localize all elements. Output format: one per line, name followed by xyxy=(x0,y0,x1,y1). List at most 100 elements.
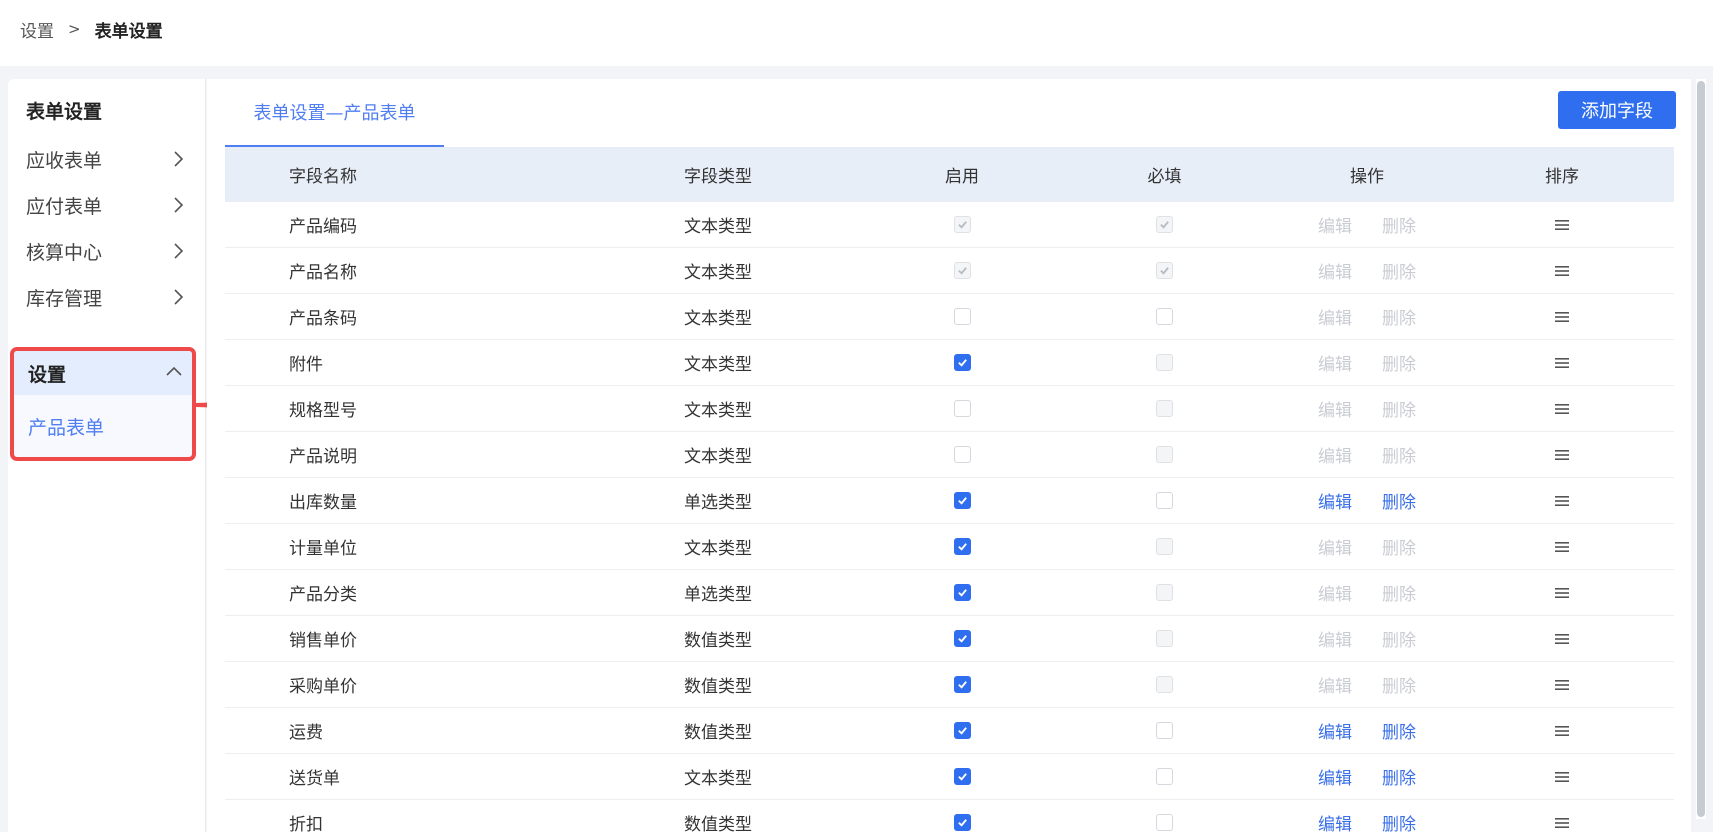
enabled-checkbox[interactable] xyxy=(953,492,971,509)
table-row: 产品说明 文本类型 编辑 删除 xyxy=(225,432,1674,478)
delete-link[interactable]: 删除 xyxy=(1382,718,1416,743)
enabled-checkbox[interactable] xyxy=(953,308,971,325)
breadcrumb-root[interactable]: 设置 xyxy=(20,17,54,42)
drag-handle-icon[interactable] xyxy=(1554,541,1570,553)
table-row: 产品分类 单选类型 编辑 删除 xyxy=(225,570,1674,616)
delete-link: 删除 xyxy=(1382,539,1416,559)
chevron-right-icon xyxy=(174,243,184,259)
sidebar-item-settings[interactable]: 设置 xyxy=(14,351,192,395)
enabled-checkbox[interactable] xyxy=(953,400,971,417)
field-type-cell: 文本类型 xyxy=(684,769,752,789)
delete-link: 删除 xyxy=(1382,309,1416,329)
sidebar-item-label: 应收表单 xyxy=(26,149,103,172)
field-name-cell: 运费 xyxy=(289,723,323,743)
edit-link[interactable]: 编辑 xyxy=(1318,488,1352,513)
sort-cell xyxy=(1467,219,1657,231)
header-actions: 操作 xyxy=(1350,167,1384,187)
sort-cell xyxy=(1467,449,1657,461)
drag-handle-icon[interactable] xyxy=(1554,771,1570,783)
header-field-name: 字段名称 xyxy=(289,167,357,187)
field-type-cell: 单选类型 xyxy=(684,493,752,513)
enabled-cell xyxy=(862,446,1062,463)
drag-handle-icon[interactable] xyxy=(1554,311,1570,323)
scrollbar-thumb[interactable] xyxy=(1697,81,1705,817)
enabled-cell xyxy=(862,354,1062,371)
drag-handle-icon[interactable] xyxy=(1554,219,1570,231)
required-checkbox[interactable] xyxy=(1156,492,1173,509)
field-name-cell: 折扣 xyxy=(289,815,323,832)
table-row: 计量单位 文本类型 编辑 删除 xyxy=(225,524,1674,570)
sort-cell xyxy=(1467,771,1657,783)
tab-product-form[interactable]: 表单设置—产品表单 xyxy=(225,79,444,147)
enabled-checkbox[interactable] xyxy=(953,538,971,555)
drag-handle-icon[interactable] xyxy=(1554,725,1570,737)
sidebar-item-inventory[interactable]: 库存管理 xyxy=(8,272,206,322)
drag-handle-icon[interactable] xyxy=(1554,587,1570,599)
drag-handle-icon[interactable] xyxy=(1554,633,1570,645)
enabled-checkbox[interactable] xyxy=(953,768,971,785)
enabled-checkbox[interactable] xyxy=(953,814,971,831)
edit-link: 编辑 xyxy=(1318,401,1352,421)
sidebar-item-receivable[interactable]: 应收表单 xyxy=(8,134,206,184)
required-checkbox xyxy=(1156,262,1173,279)
field-type-cell: 数值类型 xyxy=(684,677,752,697)
drag-handle-icon[interactable] xyxy=(1554,265,1570,277)
header-sort: 排序 xyxy=(1545,167,1579,187)
field-name-cell: 送货单 xyxy=(289,769,340,789)
delete-link[interactable]: 删除 xyxy=(1382,764,1416,789)
drag-handle-icon[interactable] xyxy=(1554,357,1570,369)
field-name-cell: 产品说明 xyxy=(289,447,357,467)
edit-link[interactable]: 编辑 xyxy=(1318,764,1352,789)
enabled-checkbox[interactable] xyxy=(953,676,971,693)
required-cell xyxy=(1062,630,1267,647)
vertical-scrollbar[interactable] xyxy=(1696,79,1706,819)
sidebar-item-payable[interactable]: 应付表单 xyxy=(8,180,206,230)
delete-link: 删除 xyxy=(1382,447,1416,467)
sort-cell xyxy=(1467,587,1657,599)
required-checkbox[interactable] xyxy=(1156,814,1173,831)
edit-link[interactable]: 编辑 xyxy=(1318,810,1352,832)
delete-link[interactable]: 删除 xyxy=(1382,488,1416,513)
check-icon xyxy=(957,589,967,597)
chevron-right-icon xyxy=(174,289,184,305)
drag-handle-icon[interactable] xyxy=(1554,449,1570,461)
field-name-cell: 产品编码 xyxy=(289,217,357,237)
drag-handle-icon[interactable] xyxy=(1554,817,1570,829)
add-field-button[interactable]: 添加字段 xyxy=(1558,91,1676,129)
table-row: 采购单价 数值类型 编辑 删除 xyxy=(225,662,1674,708)
edit-link: 编辑 xyxy=(1318,217,1352,237)
sidebar-title: 表单设置 xyxy=(26,101,103,123)
drag-handle-icon[interactable] xyxy=(1554,403,1570,415)
check-icon xyxy=(957,359,967,367)
required-cell xyxy=(1062,584,1267,601)
required-checkbox[interactable] xyxy=(1156,722,1173,739)
enabled-checkbox[interactable] xyxy=(953,722,971,739)
drag-handle-icon[interactable] xyxy=(1554,495,1570,507)
sidebar-item-accounting[interactable]: 核算中心 xyxy=(8,226,206,276)
table-row: 产品条码 文本类型 编辑 删除 xyxy=(225,294,1674,340)
enabled-checkbox[interactable] xyxy=(953,630,971,647)
actions-cell: 编辑 删除 xyxy=(1267,258,1467,283)
enabled-checkbox[interactable] xyxy=(953,584,971,601)
delete-link[interactable]: 删除 xyxy=(1382,810,1416,832)
edit-link[interactable]: 编辑 xyxy=(1318,718,1352,743)
required-checkbox[interactable] xyxy=(1156,308,1173,325)
tab-bar: 表单设置—产品表单 添加字段 xyxy=(225,79,1676,147)
sort-cell xyxy=(1467,265,1657,277)
edit-link: 编辑 xyxy=(1318,677,1352,697)
required-checkbox xyxy=(1156,400,1173,417)
field-type-cell: 文本类型 xyxy=(684,355,752,375)
field-type-cell: 文本类型 xyxy=(684,309,752,329)
sort-cell xyxy=(1467,725,1657,737)
sort-cell xyxy=(1467,357,1657,369)
enabled-checkbox[interactable] xyxy=(953,354,971,371)
sidebar-subitem-product-form[interactable]: 产品表单 xyxy=(14,395,192,457)
field-type-cell: 文本类型 xyxy=(684,263,752,283)
required-checkbox xyxy=(1156,538,1173,555)
enabled-checkbox[interactable] xyxy=(953,446,971,463)
table-row: 产品名称 文本类型 编辑 删除 xyxy=(225,248,1674,294)
drag-handle-icon[interactable] xyxy=(1554,679,1570,691)
required-checkbox[interactable] xyxy=(1156,768,1173,785)
breadcrumb: 设置 > 表单设置 xyxy=(20,17,163,42)
check-icon xyxy=(957,727,967,735)
